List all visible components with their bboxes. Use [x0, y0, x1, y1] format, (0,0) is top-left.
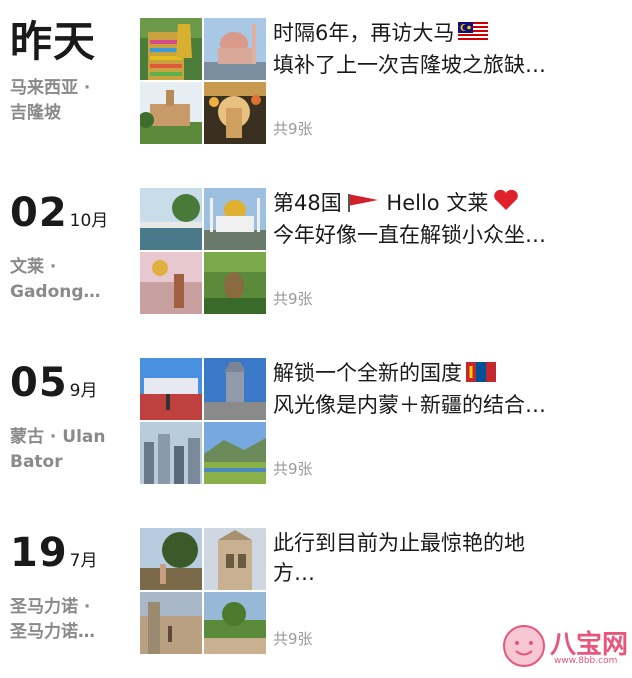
malaysia-flag-icon: [458, 20, 489, 50]
date-label: 19 7月: [10, 530, 98, 576]
caption-line-1: 此行到目前为止最惊艳的地: [273, 531, 525, 555]
photo-thumbnail-waterfront[interactable]: [140, 252, 202, 314]
photo-thumbnail-colorful-stairs[interactable]: [140, 18, 202, 80]
caption-line-1: 第48国 Hello 文莱: [273, 188, 625, 220]
caption-line-2: 填补了上一次吉隆坡之旅缺…: [273, 53, 546, 77]
watermark-url: www.8bb.com: [554, 656, 618, 666]
photo-thumbnail-stone-tower[interactable]: [204, 528, 266, 590]
date-column: 05 9月 蒙古 · Ulan Bator: [10, 358, 135, 475]
photo-count: 共9张: [273, 290, 313, 308]
photo-thumbnail-lantern-statue[interactable]: [204, 82, 266, 144]
date-column: 02 10月 文莱 · Gadong…: [10, 188, 135, 305]
caption-line-1: 解锁一个全新的国度: [273, 358, 625, 390]
photo-count: 共9张: [273, 460, 313, 478]
photo-thumbnail-garden-view[interactable]: [204, 592, 266, 654]
photo-grid[interactable]: [140, 18, 266, 144]
photo-thumbnail-red-square[interactable]: [140, 358, 202, 420]
red-heart-icon: [492, 188, 520, 220]
moment-entry-3[interactable]: 05 9月 蒙古 · Ulan Bator 解锁一个全新的国度 风光像是内蒙＋新疆…: [0, 358, 632, 508]
date-label: 02 10月: [10, 190, 109, 236]
caption-line-2: 风光像是内蒙＋新疆的结合…: [273, 393, 546, 417]
location-label: 蒙古 · Ulan Bator: [10, 427, 106, 472]
date-column: 19 7月 圣马力诺 · 圣马力诺…: [10, 528, 135, 645]
caption-block: 第48国 Hello 文莱 今年好像一直在解锁小众坐…: [273, 188, 625, 250]
date-label: 05 9月: [10, 360, 98, 406]
moment-entry-1[interactable]: 昨天 马来西亚 · 吉隆坡 时隔6年，再访大马 填补了上一次吉隆坡之旅缺… 共9…: [0, 18, 632, 168]
photo-thumbnail-steppe-valley[interactable]: [204, 422, 266, 484]
caption-line-2: 今年好像一直在解锁小众坐…: [273, 223, 546, 247]
location-label: 圣马力诺 · 圣马力诺…: [10, 597, 95, 642]
photo-thumbnail-tree-hill[interactable]: [140, 528, 202, 590]
date-column: 昨天 马来西亚 · 吉隆坡: [10, 18, 135, 126]
photo-grid[interactable]: [140, 188, 266, 314]
photo-grid[interactable]: [140, 528, 266, 654]
caption-line-2: 方…: [273, 561, 315, 585]
photo-count: 共9张: [273, 120, 313, 138]
photo-thumbnail-golden-mosque[interactable]: [204, 188, 266, 250]
photo-thumbnail-city-skyline[interactable]: [140, 422, 202, 484]
photo-thumbnail-colonial-building[interactable]: [140, 82, 202, 144]
caption-block: 解锁一个全新的国度 风光像是内蒙＋新疆的结合…: [273, 358, 625, 420]
caption-line-1: 时隔6年，再访大马: [273, 18, 625, 50]
photo-thumbnail-stone-walkway[interactable]: [140, 592, 202, 654]
photo-thumbnail-pink-mosque[interactable]: [204, 18, 266, 80]
date-label: 昨天: [10, 17, 97, 66]
location-label: 文莱 · Gadong…: [10, 257, 101, 302]
caption-block: 此行到目前为止最惊艳的地 方…: [273, 528, 625, 588]
photo-thumbnail-bridge[interactable]: [140, 188, 202, 250]
moment-entry-2[interactable]: 02 10月 文莱 · Gadong… 第48国 Hello 文莱 今年好像一直在…: [0, 188, 632, 338]
photo-count: 共9张: [273, 630, 313, 648]
photo-grid[interactable]: [140, 358, 266, 484]
caption-block: 时隔6年，再访大马 填补了上一次吉隆坡之旅缺…: [273, 18, 625, 80]
photo-thumbnail-jungle-monkey[interactable]: [204, 252, 266, 314]
photo-thumbnail-equestrian-statue[interactable]: [204, 358, 266, 420]
location-label: 马来西亚 · 吉隆坡: [10, 78, 91, 123]
mongolia-flag-icon: [466, 360, 496, 390]
red-flag-icon: [346, 190, 380, 220]
watermark: 八宝网 www.8bb.com: [500, 620, 630, 672]
